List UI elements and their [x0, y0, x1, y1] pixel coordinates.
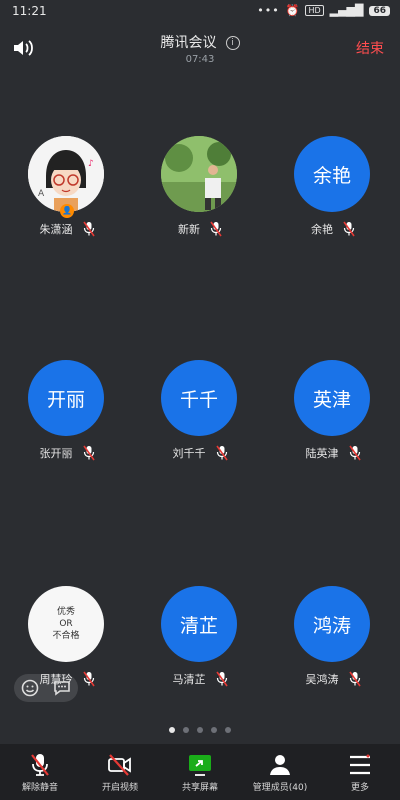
participant-grid: A ♪ 👤 朱潇涵 新新 余艳 余艳 开丽 张开丽 千千 刘千千 英津 陆英津 优秀 OR 不合格 周慧玲 清芷马…	[0, 70, 400, 720]
members-icon	[270, 754, 290, 775]
page-dot[interactable]	[169, 727, 175, 733]
host-badge-icon: 👤	[60, 204, 74, 218]
meeting-title: 腾讯会议	[160, 35, 217, 51]
start-video-button[interactable]: 开启视频	[80, 744, 160, 800]
mic-muted-icon	[348, 445, 361, 461]
mic-muted-icon	[82, 671, 95, 687]
participant-tile[interactable]: 鸿涛吴鸿涛	[266, 586, 400, 706]
mic-muted-icon	[215, 671, 228, 687]
status-icons: ••• ⏰ HD ▂▄▆█ 66	[257, 4, 390, 17]
participant-name-row: 吴鸿涛	[266, 670, 400, 688]
avatar-caption-line: 不合格	[52, 631, 80, 641]
manage-members-label: 管理成员(40)	[252, 782, 308, 793]
title-area[interactable]: 腾讯会议 i 07:43	[0, 32, 400, 65]
cartoon-avatar-image: A♪	[28, 136, 104, 212]
start-video-label: 开启视频	[101, 782, 138, 793]
participant-name-row: 刘千千	[133, 444, 267, 462]
participant-avatar: 余艳	[294, 136, 370, 212]
chat-icon[interactable]	[53, 679, 71, 697]
end-meeting-button[interactable]: 结束	[356, 38, 384, 58]
participant-tile[interactable]: 千千刘千千	[133, 360, 267, 480]
participant-avatar: 优秀 OR 不合格	[28, 586, 104, 662]
mic-muted-icon	[82, 445, 95, 461]
participant-tile[interactable]: A ♪ 👤 朱潇涵	[0, 136, 134, 256]
svg-text:♪: ♪	[88, 159, 94, 169]
participant-name: 新新	[178, 223, 200, 236]
status-dots: •••	[257, 4, 280, 17]
participant-name: 马清芷	[172, 673, 206, 686]
participant-tile[interactable]: 英津陆英津	[266, 360, 400, 480]
participant-name: 吴鸿涛	[305, 673, 339, 686]
profile-photo-image	[161, 136, 237, 212]
participant-name-row: 新新	[133, 220, 267, 238]
page-dot[interactable]	[183, 727, 189, 733]
participant-avatar: A ♪	[28, 136, 104, 212]
participant-tile[interactable]: 清芷马清芷	[133, 586, 267, 706]
avatar-caption-line: OR	[59, 619, 73, 629]
participant-avatar: 鸿涛	[294, 586, 370, 662]
emoji-icon[interactable]	[21, 679, 39, 697]
participant-name: 陆英津	[305, 447, 339, 460]
participant-name: 张开丽	[39, 447, 73, 460]
signal-icon: ▂▄▆█	[329, 4, 364, 17]
floating-tools	[14, 674, 78, 702]
manage-members-button[interactable]: 管理成员(40)	[240, 744, 320, 800]
camera-off-icon	[108, 753, 131, 776]
mic-muted-icon	[82, 221, 95, 237]
meeting-header: 腾讯会议 i 07:43 结束	[0, 24, 400, 70]
more-menu-icon	[350, 754, 370, 774]
share-screen-button[interactable]: 共享屏幕	[160, 744, 240, 800]
info-icon[interactable]: i	[225, 35, 240, 50]
participant-avatar	[161, 136, 237, 212]
status-time: 11:21	[12, 4, 47, 18]
share-screen-label: 共享屏幕	[181, 782, 218, 793]
alarm-icon: ⏰	[285, 4, 300, 17]
more-button[interactable]: 更多	[320, 744, 400, 800]
page-dot[interactable]	[197, 727, 203, 733]
avatar-caption-line: 优秀	[56, 607, 75, 617]
page-dot[interactable]	[225, 727, 231, 733]
participant-name-row: 余艳	[266, 220, 400, 238]
page-dot[interactable]	[211, 727, 217, 733]
participant-name: 朱潇涵	[39, 223, 73, 236]
participant-name: 余艳	[311, 223, 333, 236]
mic-muted-icon	[348, 671, 361, 687]
participant-avatar: 开丽	[28, 360, 104, 436]
participant-tile[interactable]: 余艳 余艳	[266, 136, 400, 256]
participant-tile[interactable]: 新新	[133, 136, 267, 256]
unmute-button[interactable]: 解除静音	[0, 744, 80, 800]
participant-name-row: 马清芷	[133, 670, 267, 688]
participant-avatar: 英津	[294, 360, 370, 436]
participant-avatar: 千千	[161, 360, 237, 436]
mic-muted-icon	[210, 221, 222, 237]
participant-name-row: 张开丽	[0, 444, 134, 462]
mic-muted-icon	[215, 445, 228, 461]
bottom-toolbar: 解除静音 开启视频 共享屏幕 管理成员(40) 更多	[0, 744, 400, 800]
more-label: 更多	[350, 782, 369, 793]
participant-avatar: 清芷	[161, 586, 237, 662]
unmute-label: 解除静音	[21, 782, 58, 793]
participant-name: 刘千千	[172, 447, 206, 460]
network-badge: HD	[305, 5, 324, 16]
participant-tile[interactable]: 开丽张开丽	[0, 360, 134, 480]
mic-muted-icon	[343, 221, 355, 237]
page-indicator	[0, 727, 400, 733]
participant-name-row: 朱潇涵	[0, 220, 134, 238]
status-bar: 11:21 ••• ⏰ HD ▂▄▆█ 66	[0, 0, 400, 24]
mic-muted-icon	[31, 753, 49, 776]
share-screen-icon	[189, 754, 211, 776]
meeting-duration: 07:43	[185, 54, 215, 65]
svg-text:A: A	[38, 189, 45, 199]
participant-name-row: 陆英津	[266, 444, 400, 462]
battery-level: 66	[369, 5, 390, 16]
